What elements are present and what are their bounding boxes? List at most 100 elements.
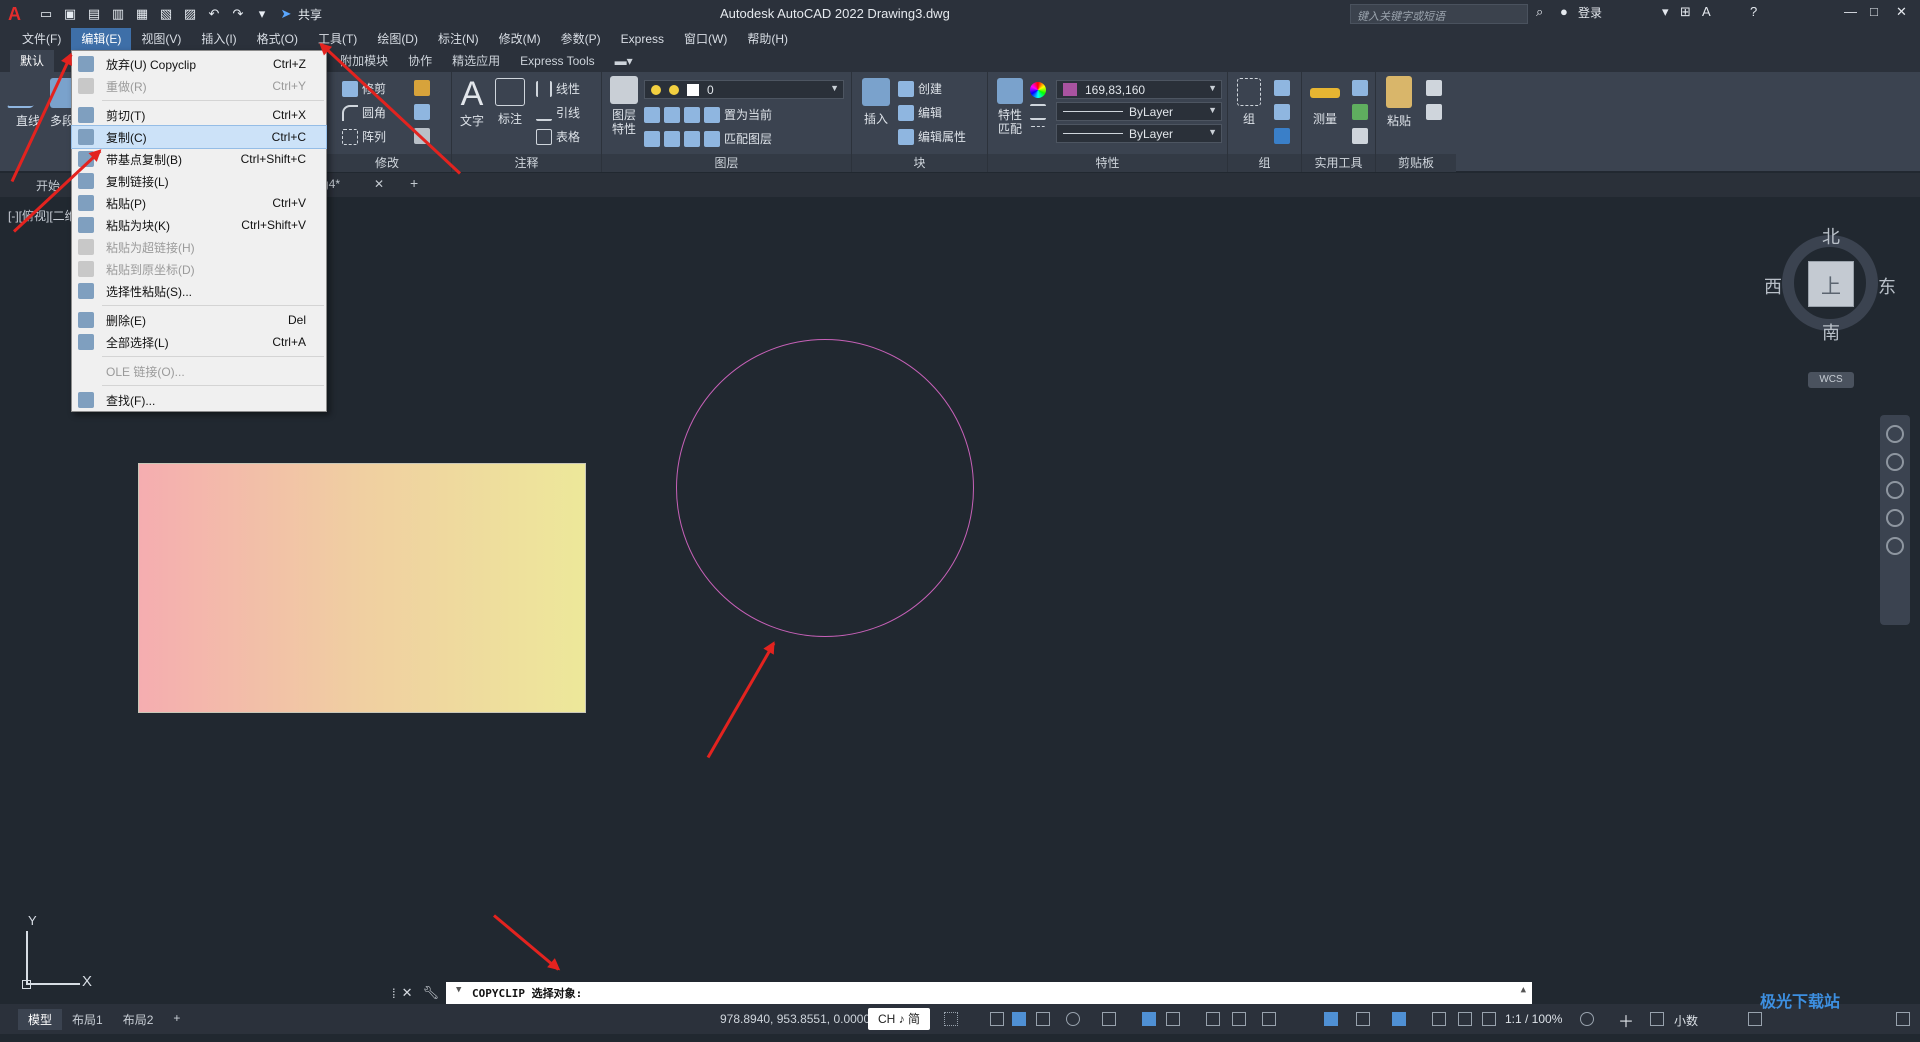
calculator-icon[interactable] <box>1352 128 1372 144</box>
ribbon-tab-9[interactable]: 精选应用 <box>442 50 510 72</box>
ribbon-options-icon[interactable]: ▬▾ <box>605 50 643 72</box>
groups-panel-title[interactable]: 组 <box>1228 154 1301 172</box>
save-as-icon[interactable]: ▥ <box>108 4 128 24</box>
annotation-scale-value[interactable]: 1:1 / 100% <box>1505 1012 1562 1026</box>
open-folder-icon[interactable]: ▣ <box>60 4 80 24</box>
edit-menu-item-4[interactable]: 复制(C) Ctrl+C <box>71 125 327 149</box>
ribbon-tab-8[interactable]: 协作 <box>398 50 442 72</box>
new-tab-button[interactable]: + <box>410 175 418 191</box>
snap-icon[interactable] <box>990 1012 1004 1026</box>
coordinates-readout[interactable]: 978.8940, 953.8551, 0.0000 <box>720 1012 870 1026</box>
table-button[interactable]: 表格 <box>536 128 580 145</box>
gradient-rectangle[interactable] <box>138 463 586 713</box>
search-icon[interactable]: ⌕ <box>1536 4 1543 20</box>
layout-tab-3[interactable]: + <box>163 1009 190 1030</box>
layout-tab-1[interactable]: 布局1 <box>62 1009 113 1030</box>
command-input[interactable]: ▼ COPYCLIP 选择对象: ▲ <box>446 982 1532 1004</box>
transparency-icon[interactable] <box>1206 1012 1220 1026</box>
menu-item-10[interactable]: Express <box>611 28 674 50</box>
ime-indicator[interactable]: CH ♪ 简 <box>868 1008 930 1030</box>
annotation-monitor-icon[interactable]: ＋ <box>1618 1008 1634 1031</box>
plot-icon[interactable]: ▧ <box>156 4 176 24</box>
customization-menu-icon[interactable] <box>1896 1012 1910 1026</box>
print-icon[interactable]: ▨ <box>180 4 200 24</box>
showmotion-icon[interactable] <box>1886 537 1904 555</box>
edit-menu-item-10[interactable]: 粘贴到原坐标(D) <box>72 258 326 280</box>
gizmo-icon[interactable] <box>1392 1012 1406 1026</box>
linetype-icon[interactable] <box>1030 104 1050 120</box>
close-command-icon[interactable]: ✕ <box>402 985 413 1001</box>
customize-wrench-icon[interactable]: 🔧︎ <box>423 985 440 1001</box>
create-block-button[interactable]: 创建 <box>898 80 942 97</box>
lineweight-icon[interactable] <box>1030 126 1050 142</box>
edit-menu-item-7[interactable]: 粘贴(P) Ctrl+V <box>72 192 326 214</box>
ribbon-tab-0[interactable]: 默认 <box>10 50 55 72</box>
select-all-icon[interactable] <box>1352 104 1372 120</box>
quick-properties-icon[interactable] <box>1748 1012 1762 1026</box>
edit-menu-item-16[interactable]: OLE 链接(O)... <box>72 360 326 382</box>
search-input[interactable]: 键入关键字或短语 <box>1350 4 1528 24</box>
minimize-icon[interactable]: — <box>1844 4 1857 19</box>
osnap-icon[interactable] <box>1102 1012 1116 1026</box>
share-icon[interactable]: ➤ <box>276 4 296 24</box>
workspace-gear-icon[interactable] <box>1580 1012 1594 1026</box>
menu-item-3[interactable]: 插入(I) <box>191 28 246 50</box>
quick-access-dropdown-icon[interactable]: ▾ <box>252 4 272 24</box>
copy-clip-icon[interactable] <box>1426 80 1446 96</box>
annotation-scale-icon[interactable] <box>1482 1012 1496 1026</box>
close-icon[interactable]: ✕ <box>1896 4 1907 20</box>
edit-menu-item-1[interactable]: 重做(R) Ctrl+Y <box>72 75 326 97</box>
edit-menu-item-9[interactable]: 粘贴为超链接(H) <box>72 236 326 258</box>
annotation-visibility-icon[interactable] <box>1432 1012 1446 1026</box>
layers-panel-title[interactable]: 图层 <box>602 154 851 172</box>
web-save-icon[interactable]: ▦ <box>132 4 152 24</box>
selection-filter-icon[interactable] <box>1356 1012 1370 1026</box>
text-button[interactable]: A 文字 <box>454 76 490 129</box>
menu-item-1[interactable]: 编辑(E) <box>71 28 132 50</box>
undo-icon[interactable]: ↶ <box>204 4 224 24</box>
annotation-panel-title[interactable]: 注释 <box>452 154 601 172</box>
group-select-icon[interactable] <box>1274 128 1294 144</box>
group-edit-icon[interactable] <box>1274 104 1294 120</box>
help-icon[interactable]: ? <box>1750 4 1757 19</box>
ribbon-tab-10[interactable]: Express Tools <box>510 50 604 72</box>
menu-item-4[interactable]: 格式(O) <box>247 28 308 50</box>
autocad-logo-icon[interactable]: A <box>8 2 34 26</box>
paste-button[interactable]: 粘贴 <box>1382 76 1416 129</box>
selection-cycling-icon[interactable] <box>1232 1012 1246 1026</box>
ungroup-icon[interactable] <box>1274 80 1294 96</box>
quick-select-icon[interactable] <box>1352 80 1372 96</box>
group-button[interactable]: 组 <box>1234 78 1264 127</box>
clipboard-panel-title[interactable]: 剪贴板 <box>1376 154 1456 172</box>
ortho-icon[interactable] <box>1036 1012 1050 1026</box>
layer-combo[interactable]: 0 ▼ <box>644 80 844 99</box>
menu-item-11[interactable]: 窗口(W) <box>674 28 737 50</box>
compass-east[interactable]: 东 <box>1878 273 1896 299</box>
edit-menu-item-8[interactable]: 粘贴为块(K) Ctrl+Shift+V <box>72 214 326 236</box>
close-tab-icon[interactable]: ✕ <box>374 177 384 191</box>
units-value[interactable]: 小数 <box>1674 1012 1698 1029</box>
3d-osnap-icon[interactable] <box>1262 1012 1276 1026</box>
edit-menu-item-11[interactable]: 选择性粘贴(S)... <box>72 280 326 302</box>
command-history-icon[interactable]: ▼ <box>456 985 461 995</box>
edit-menu-item-5[interactable]: 带基点复制(B) Ctrl+Shift+C <box>72 148 326 170</box>
circle-object[interactable] <box>676 339 974 637</box>
compass-north[interactable]: 北 <box>1822 223 1840 249</box>
pen-icon[interactable] <box>414 80 434 96</box>
infer-constraints-icon[interactable] <box>1012 1012 1026 1026</box>
menu-item-12[interactable]: 帮助(H) <box>737 28 798 50</box>
viewcube[interactable]: 上 北 南 东 西 <box>1764 227 1896 343</box>
orbit-icon[interactable] <box>1886 509 1904 527</box>
share-label[interactable]: 共享 <box>298 6 322 23</box>
steering-wheel-icon[interactable] <box>1886 425 1904 443</box>
save-icon[interactable]: ▤ <box>84 4 104 24</box>
compass-south[interactable]: 南 <box>1822 319 1840 345</box>
zoom-icon[interactable] <box>1886 481 1904 499</box>
edit-menu-item-13[interactable]: 删除(E) Del <box>72 309 326 331</box>
layout-tab-0[interactable]: 模型 <box>18 1008 63 1030</box>
dimension-button[interactable]: 标注 <box>492 78 528 127</box>
auto-scale-icon[interactable] <box>1458 1012 1472 1026</box>
autodesk-a360-icon[interactable]: A <box>1702 4 1711 19</box>
command-expand-icon[interactable]: ▲ <box>1521 985 1526 995</box>
lineweight-toggle-icon[interactable] <box>1166 1012 1180 1026</box>
